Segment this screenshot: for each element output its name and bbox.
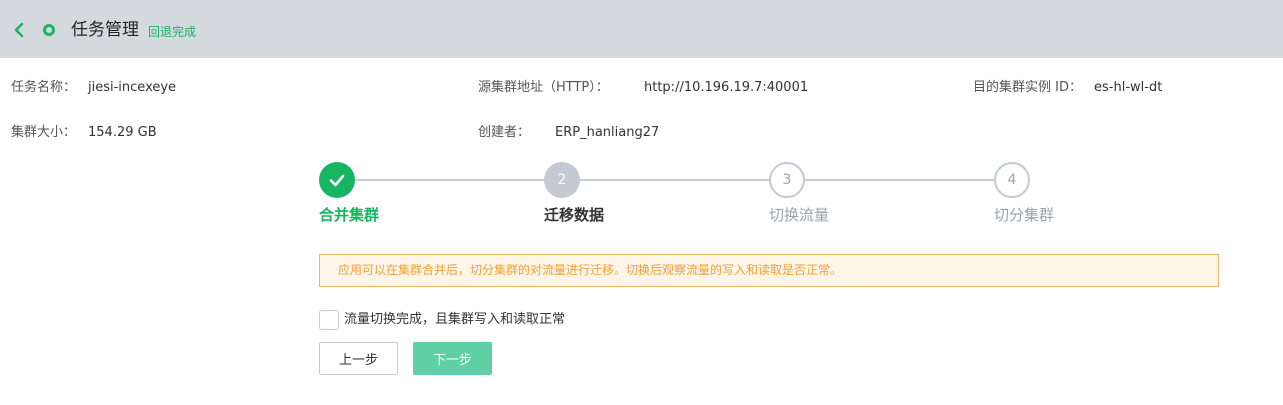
source-cluster-value: http://10.196.19.7:40001 xyxy=(644,80,809,95)
back-arrow-icon[interactable] xyxy=(11,21,27,39)
step-connector xyxy=(580,179,769,181)
step-1-circle xyxy=(319,162,355,198)
step-3-circle: 3 xyxy=(769,162,805,198)
task-name-label: 任务名称： xyxy=(11,80,77,95)
step-2-label: 迁移数据 xyxy=(544,206,605,224)
page-header: 任务管理 回退完成 xyxy=(0,0,1283,58)
step-connector xyxy=(355,179,544,181)
task-name-value: jiesi-incexeye xyxy=(88,80,177,95)
creator-value: ERP_hanliang27 xyxy=(555,125,660,140)
traffic-confirm-checkbox[interactable] xyxy=(319,310,339,330)
target-instance-value: es-hl-wl-dt xyxy=(1094,80,1163,95)
step-connector xyxy=(805,179,994,181)
status-badge: 回退完成 xyxy=(148,25,197,39)
cluster-size-label: 集群大小： xyxy=(11,125,77,140)
creator-label: 创建者： xyxy=(478,125,531,140)
step-4-circle: 4 xyxy=(994,162,1030,198)
check-icon xyxy=(329,174,345,187)
step-3-label: 切换流量 xyxy=(769,206,830,224)
source-cluster-label: 源集群地址（HTTP）： xyxy=(478,80,609,95)
prev-step-button[interactable]: 上一步 xyxy=(319,342,398,375)
cluster-size-value: 154.29 GB xyxy=(88,125,157,140)
traffic-confirm-label[interactable]: 流量切换完成，且集群写入和读取正常 xyxy=(344,312,565,328)
step-2-circle: 2 xyxy=(544,162,580,198)
step-1-label: 合并集群 xyxy=(319,206,380,224)
next-step-button[interactable]: 下一步 xyxy=(413,342,492,375)
target-instance-label: 目的集群实例 ID： xyxy=(973,80,1082,95)
page-title: 任务管理 xyxy=(71,20,139,40)
warning-notice: 应用可以在集群合并后，切分集群的对流量进行迁移。切换后观察流量的写入和读取是否正… xyxy=(319,254,1219,287)
status-ring-icon xyxy=(43,24,55,36)
step-4-label: 切分集群 xyxy=(994,206,1055,224)
